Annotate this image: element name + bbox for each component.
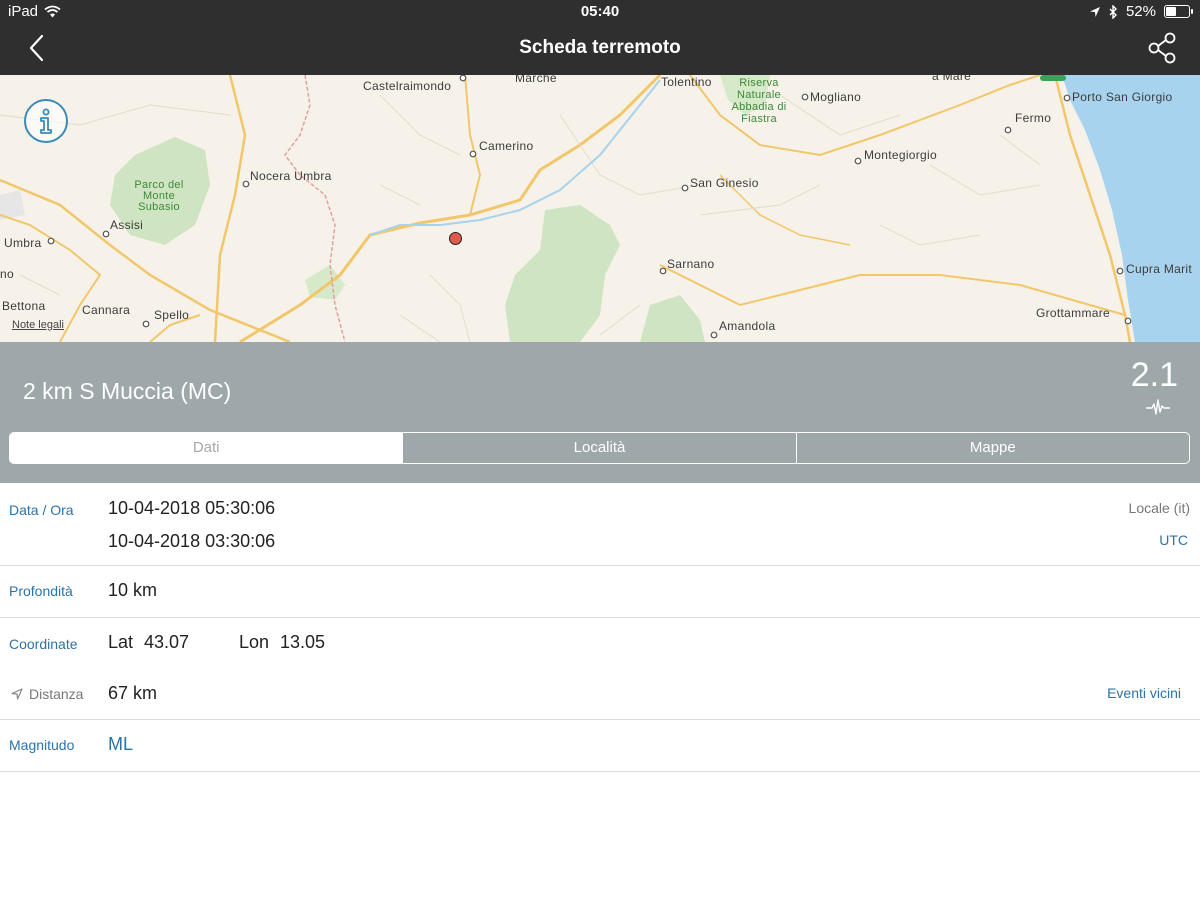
battery-icon <box>1164 5 1193 18</box>
status-right: 52% <box>1089 3 1193 20</box>
page-title: Scheda terremoto <box>519 37 681 58</box>
device-name: iPad <box>8 3 39 20</box>
earthquake-marker[interactable] <box>449 232 462 245</box>
status-bar: iPad 05:40 52% <box>0 0 1200 24</box>
map-label-amandola: Amandola <box>719 319 776 333</box>
tab-localita[interactable]: Località <box>402 433 795 463</box>
distance-label: Distanza <box>29 686 84 702</box>
map-label-mogliano: Mogliano <box>810 90 862 104</box>
lon-value: 13.05 <box>280 632 326 652</box>
info-icon <box>40 108 52 134</box>
navigation-bar: Scheda terremoto <box>0 24 1200 75</box>
map-label-assisi: Assisi <box>110 218 144 232</box>
lon-label: Lon <box>239 632 270 652</box>
depth-value: 10 km <box>108 580 158 600</box>
map-label-marche: Marche <box>515 75 557 85</box>
map-label-parco: Parco del Monte Subasio <box>134 179 184 213</box>
event-location: 2 km S Muccia (MC) <box>23 378 232 404</box>
utc-toggle[interactable]: UTC <box>1159 532 1188 548</box>
row-magnitude: Magnitudo ML <box>0 720 1200 772</box>
magnitude-label: Magnitudo <box>9 737 75 753</box>
magnitude-value: 2.1 <box>1130 356 1178 394</box>
map-label-no: no <box>0 267 14 281</box>
map-label-nocera-umbra: Nocera Umbra <box>250 169 332 183</box>
map-info-button[interactable] <box>24 99 68 143</box>
magnitude-type-link[interactable]: ML <box>108 734 133 755</box>
status-time: 05:40 <box>580 3 620 20</box>
location-arrow-icon <box>1089 6 1100 17</box>
legal-notes-link[interactable]: Note legali <box>12 319 64 331</box>
map-label-camerino: Camerino <box>479 139 534 153</box>
map-label-montegiorgio: Montegiorgio <box>864 148 937 162</box>
status-left: iPad <box>8 3 61 20</box>
row-coordinates: Coordinate Lat 43.07 Lon 13.05 Distanza … <box>0 618 1200 720</box>
map-label-porto-san-giorgio: Porto San Giorgio <box>1072 90 1173 104</box>
row-date-time: Data / Ora 10-04-2018 05:30:06 10-04-201… <box>0 483 1200 566</box>
distance-value: 67 km <box>108 683 158 703</box>
map-label-fermo: Fermo <box>1015 111 1052 125</box>
map-label-riserva: Riserva Naturale Abbadia di Fiastra <box>731 77 787 125</box>
tab-dati[interactable]: Dati <box>10 433 403 463</box>
map-label-umbra: Umbra <box>4 236 42 250</box>
map-view[interactable]: Castelraimondo Marche Tolentino Riserva … <box>0 75 1200 342</box>
map-label-grottammare: Grottammare <box>1036 306 1110 320</box>
map-label-bettona: Bettona <box>2 299 46 313</box>
map-label-cannara: Cannara <box>82 303 131 317</box>
lat-value: 43.07 <box>144 632 190 652</box>
coordinates-label: Coordinate <box>9 636 78 652</box>
date-local-value: 10-04-2018 05:30:06 <box>108 498 276 518</box>
nearby-events-link[interactable]: Eventi vicini <box>1107 685 1181 701</box>
event-header: 2 km S Muccia (MC) 2.1 Dati Località Map… <box>0 342 1200 483</box>
row-depth: Profondità 10 km <box>0 566 1200 618</box>
share-button[interactable] <box>1146 32 1180 66</box>
tab-bar: Dati Località Mappe <box>9 432 1190 464</box>
lat-label: Lat <box>108 632 134 652</box>
date-time-label: Data / Ora <box>9 502 74 518</box>
location-arrow-icon <box>11 688 23 700</box>
map-label-a-mare: a Mare <box>932 75 972 83</box>
map-label-sarnano: Sarnano <box>667 257 715 271</box>
seismograph-icon <box>1146 399 1170 415</box>
map-label-tolentino: Tolentino <box>661 75 712 89</box>
share-icon <box>1148 32 1176 64</box>
date-utc-value: 10-04-2018 03:30:06 <box>108 531 276 551</box>
wifi-icon <box>44 5 61 18</box>
battery-percent: 52% <box>1125 3 1156 20</box>
bluetooth-icon <box>1109 4 1117 19</box>
map-label-castelraimondo: Castelraimondo <box>363 79 452 93</box>
local-timezone-label: Locale (it) <box>1128 500 1190 516</box>
map-label-cupra: Cupra Marit <box>1126 262 1192 276</box>
depth-label: Profondità <box>9 583 73 599</box>
tab-mappe[interactable]: Mappe <box>795 433 1189 463</box>
map-label-san-ginesio: San Ginesio <box>690 176 759 190</box>
map-label-spello: Spello <box>154 308 190 322</box>
